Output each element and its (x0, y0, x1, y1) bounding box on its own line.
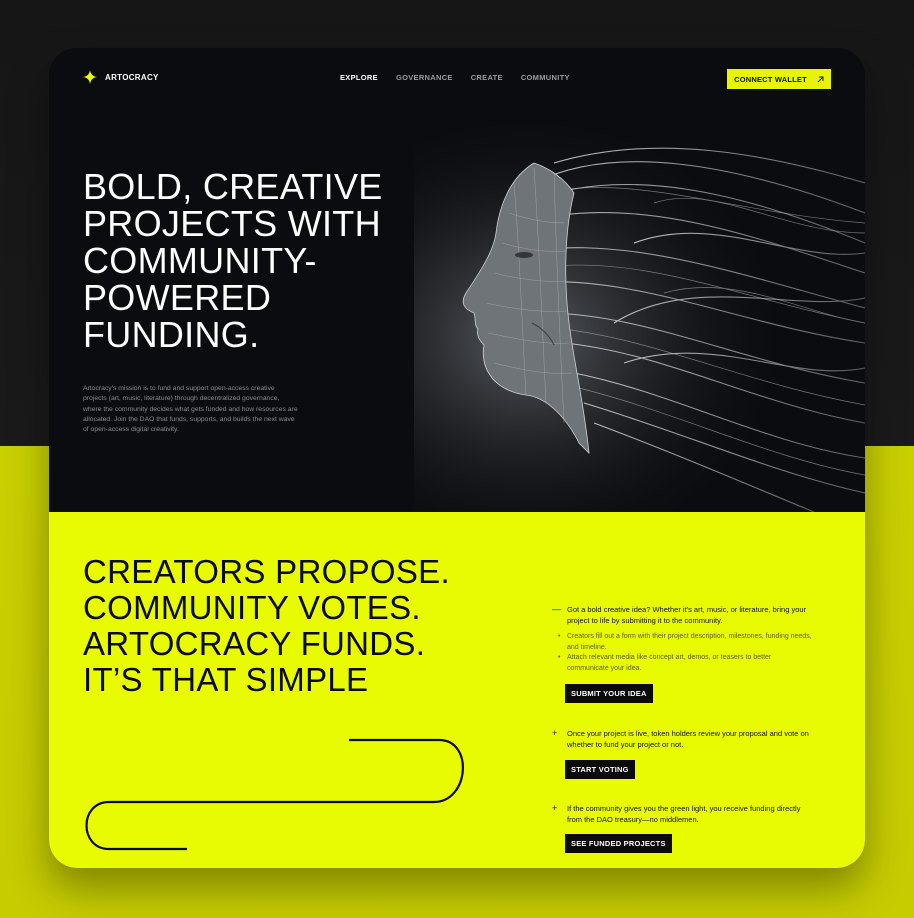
headline-line: BOLD, CREATIVE (83, 166, 383, 207)
step-vote: + Once your project is live, token holde… (552, 728, 812, 779)
tagline-line: CREATORS PROPOSE. (83, 553, 450, 590)
dash-icon: — (552, 604, 561, 614)
step-text: Once your project is live, token holders… (567, 729, 809, 749)
process-tagline: CREATORS PROPOSE. COMMUNITY VOTES. ARTOC… (83, 554, 523, 698)
four-point-star-icon (83, 70, 97, 84)
headline-line: POWERED (83, 277, 272, 318)
logo[interactable]: ARTOCRACY (83, 70, 159, 84)
headline-line: COMMUNITY- (83, 240, 317, 281)
flowing-hair-portrait-illustration (414, 123, 865, 512)
see-funded-projects-button[interactable]: SEE FUNDED PROJECTS (565, 834, 672, 853)
nav-community[interactable]: COMMUNITY (521, 73, 570, 82)
landing-card: ARTOCRACY EXPLORE GOVERNANCE CREATE COMM… (49, 48, 865, 868)
submit-idea-button[interactable]: SUBMIT YOUR IDEA (565, 684, 653, 703)
nav-governance[interactable]: GOVERNANCE (396, 73, 453, 82)
headline-line: FUNDING. (83, 314, 260, 355)
list-item: Attach relevant media like concept art, … (558, 653, 812, 674)
step-propose: — Got a bold creative idea? Whether it's… (552, 604, 812, 703)
hero-section: ARTOCRACY EXPLORE GOVERNANCE CREATE COMM… (49, 48, 865, 512)
headline-line: PROJECTS WITH (83, 203, 381, 244)
step-text: Got a bold creative idea? Whether it's a… (567, 605, 807, 625)
nav-explore[interactable]: EXPLORE (340, 73, 378, 82)
start-voting-button[interactable]: START VOTING (565, 760, 635, 779)
list-item: Creators fill out a form with their proj… (558, 632, 812, 653)
nav-create[interactable]: CREATE (471, 73, 503, 82)
tagline-line: ARTOCRACY FUNDS. (83, 625, 426, 662)
process-section: CREATORS PROPOSE. COMMUNITY VOTES. ARTOC… (49, 512, 865, 868)
tagline-line: IT’S THAT SIMPLE (83, 661, 369, 698)
connect-wallet-label: CONNECT WALLET (734, 74, 807, 84)
hero-description: Artocracy's mission is to fund and suppo… (83, 385, 298, 434)
nav-links: EXPLORE GOVERNANCE CREATE COMMUNITY (340, 73, 570, 82)
plus-icon[interactable]: + (552, 728, 560, 750)
connect-wallet-button[interactable]: CONNECT WALLET (727, 69, 831, 89)
step-fund: + If the community gives you the green l… (552, 803, 812, 853)
arrow-up-right-icon (817, 76, 824, 82)
step-text: If the community gives you the green lig… (567, 804, 801, 824)
step-bullets: Creators fill out a form with their proj… (552, 632, 812, 674)
brand-name: ARTOCRACY (105, 72, 159, 82)
top-nav: ARTOCRACY EXPLORE GOVERNANCE CREATE COMM… (49, 48, 865, 110)
hero-headline: BOLD, CREATIVE PROJECTS WITH COMMUNITY- … (83, 168, 423, 353)
tagline-line: COMMUNITY VOTES. (83, 589, 421, 626)
plus-icon[interactable]: + (552, 803, 560, 825)
